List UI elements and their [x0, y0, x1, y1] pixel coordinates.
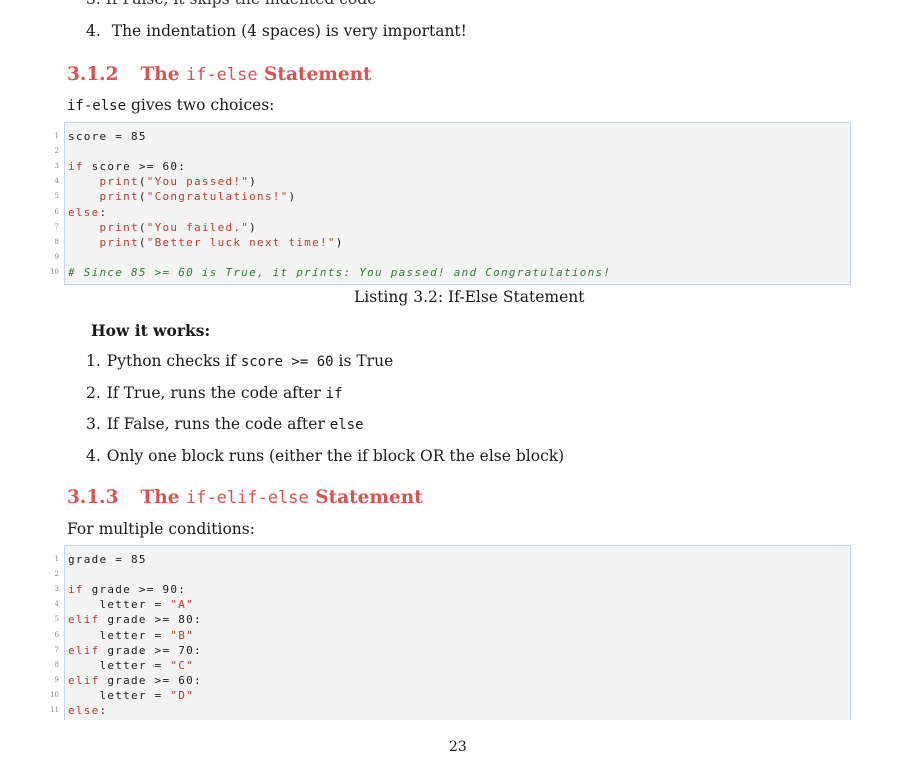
line-number: 7	[54, 645, 59, 654]
code-line: print("Congratulations!")	[99, 190, 297, 204]
list-text: If True, runs the code after	[106, 383, 326, 402]
code-line: # Since 85 >= 60 is True, it prints: You…	[68, 265, 612, 279]
line-number: 8	[54, 660, 59, 669]
code-line: elif grade >= 80:	[68, 613, 202, 627]
intro-text: gives two choices:	[126, 96, 275, 114]
line-number: 9	[54, 252, 59, 261]
line-number: 9	[54, 675, 59, 684]
section-heading-3-1-2: 3.1.2 The if-else Statement	[67, 64, 372, 85]
how-it-works-item: 3. If False, runs the code after else	[86, 415, 364, 433]
line-number: 3	[54, 162, 59, 171]
code-line: elif grade >= 60:	[68, 673, 202, 687]
code-line: else:	[68, 205, 108, 219]
list-number: 2.	[86, 383, 101, 402]
section-title-pre: The	[140, 64, 186, 85]
intro-code: if-else	[67, 98, 127, 114]
section-title-post: Statement	[257, 64, 372, 85]
line-number: 2	[54, 147, 59, 156]
code-line: letter = "A"	[68, 598, 194, 612]
code-listing-if-else: score = 85 if score >= 60: print("You pas…	[64, 122, 851, 285]
list-item-4: 4. The indentation (4 spaces) is very im…	[86, 22, 467, 40]
section-number: 3.1.3	[67, 487, 119, 508]
section-title-post: Statement	[308, 487, 423, 508]
code-line: letter = "B"	[68, 628, 194, 642]
line-number: 8	[54, 237, 59, 246]
code-line: print("You passed!")	[99, 175, 257, 189]
line-number: 1	[54, 132, 59, 140]
code-line: letter = "D"	[68, 688, 194, 702]
list-number: 4.	[86, 22, 101, 40]
code-line: if score >= 60:	[68, 160, 187, 174]
section-number: 3.1.2	[67, 64, 119, 85]
line-number: 10	[50, 267, 59, 276]
list-text: Python checks if	[106, 352, 241, 370]
list-text: Only one block runs (either the if block…	[106, 446, 565, 465]
list-number: 3.	[86, 415, 101, 433]
list-number: 4.	[86, 446, 101, 465]
inline-code: score >= 60	[240, 354, 334, 370]
list-text: If False, runs the code after	[106, 415, 330, 433]
how-it-works-title: How it works:	[91, 321, 211, 340]
list-number: 1.	[86, 352, 101, 370]
line-number: 5	[54, 192, 59, 201]
line-number: 11	[50, 706, 59, 714]
line-number: 5	[54, 615, 59, 624]
section-title-code: if-elif-else	[185, 488, 309, 508]
code-line: score = 85	[68, 130, 147, 143]
how-it-works-item: 1. Python checks if score >= 60 is True	[86, 352, 393, 370]
listing-caption: Listing 3.2: If-Else Statement	[354, 288, 585, 306]
code-line: grade = 85	[68, 553, 147, 566]
page-number: 23	[449, 739, 467, 755]
code-line: print("You failed.")	[99, 220, 257, 234]
code-line: if grade >= 90:	[68, 583, 187, 597]
code-line: print("Better luck next time!")	[99, 235, 344, 249]
list-text: The indentation (4 spaces) is very impor…	[111, 22, 467, 40]
line-number: 2	[54, 570, 59, 579]
line-number: 6	[54, 207, 59, 216]
inline-code: else	[329, 417, 364, 433]
line-number: 6	[54, 630, 59, 639]
partial-list-item: 3. If False, it skips the indented code	[86, 0, 376, 8]
section-title-pre: The	[140, 487, 186, 508]
inline-code: if	[325, 385, 343, 402]
code-line: letter = "C"	[68, 658, 194, 672]
code-line: else:	[68, 704, 108, 717]
section-heading-3-1-3: 3.1.3 The if-elif-else Statement	[67, 487, 423, 508]
line-number: 1	[54, 555, 59, 563]
code-listing-if-elif-else: grade = 85 if grade >= 90: letter = "A" el…	[64, 545, 851, 720]
line-number: 3	[54, 585, 59, 594]
section-intro: if-else gives two choices:	[67, 96, 274, 114]
section-intro: For multiple conditions:	[67, 520, 255, 538]
how-it-works-item: 2. If True, runs the code after if	[86, 384, 343, 402]
list-text: is True	[333, 352, 394, 370]
line-number: 7	[54, 222, 59, 231]
line-number: 10	[50, 690, 59, 699]
code-line: elif grade >= 70:	[68, 643, 202, 657]
line-number: 4	[54, 177, 59, 186]
line-number: 4	[54, 600, 59, 609]
how-it-works-item: 4. Only one block runs (either the if blo…	[86, 447, 564, 465]
section-title-code: if-else	[185, 65, 258, 85]
